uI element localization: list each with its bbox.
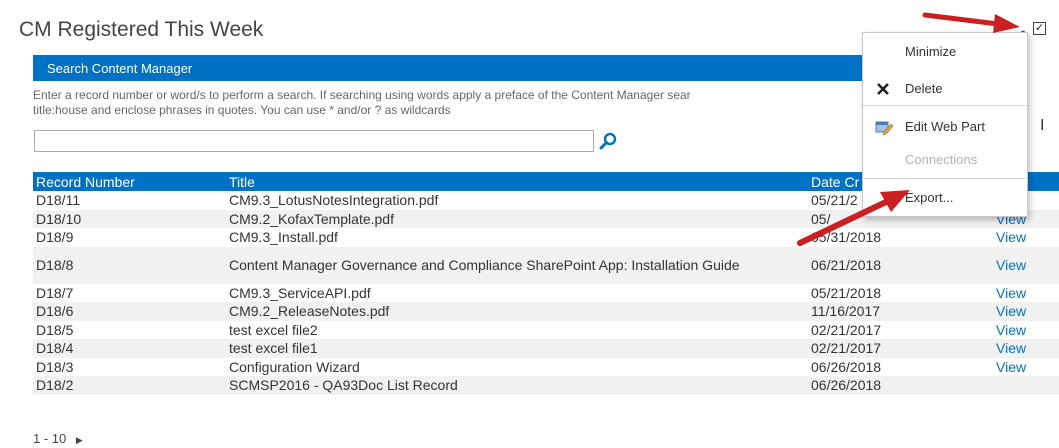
column-header-record-number[interactable]: Record Number <box>33 172 226 191</box>
menu-item-delete[interactable]: Delete <box>863 75 1027 103</box>
record-number-cell: D18/7 <box>36 284 74 301</box>
title-cell: CM9.3_Install.pdf <box>229 229 338 246</box>
record-number-cell: D18/6 <box>33 302 226 321</box>
title-cell: CM9.2_ReleaseNotes.pdf <box>226 302 808 321</box>
record-number-cell: D18/2 <box>33 376 226 395</box>
view-link[interactable]: View <box>993 246 1059 284</box>
date-cell: 06/26/2018 <box>811 358 882 375</box>
record-number-cell: D18/10 <box>33 209 226 228</box>
search-icon[interactable] <box>598 131 618 151</box>
table-row: D18/8 Content Manager Governance and Com… <box>33 246 1059 284</box>
menu-divider <box>863 105 1027 106</box>
table-row: D18/7 CM9.3_ServiceAPI.pdf 05/21/2018 Vi… <box>33 284 1059 303</box>
title-cell: test excel file1 <box>226 339 808 358</box>
date-cell: 06/26/2018 <box>808 376 993 395</box>
record-number-cell: D18/9 <box>36 229 74 246</box>
title-cell: Content Manager Governance and Complianc… <box>226 246 808 284</box>
view-link[interactable]: View <box>993 284 1059 303</box>
search-instructions: Enter a record number or word/s to perfo… <box>33 88 863 118</box>
webpart-dropdown-menu: Minimize Delete Edit Web Part Connection… <box>862 32 1028 217</box>
menu-item-minimize[interactable]: Minimize <box>863 38 1027 66</box>
date-cell: 02/21/2017 <box>811 321 882 338</box>
table-row: D18/6 CM9.2_ReleaseNotes.pdf 11/16/2017 … <box>33 302 1059 321</box>
text-cursor-mark: I <box>1040 117 1045 134</box>
record-number-cell: D18/5 <box>36 321 74 338</box>
title-cell: Configuration Wizard <box>229 358 360 375</box>
table-row: D18/3 Configuration Wizard 06/26/2018 Vi… <box>33 358 1059 377</box>
search-header-label: Search Content Manager <box>47 61 193 76</box>
table-row: D18/9 CM9.3_Install.pdf 05/31/2018 View <box>33 228 1059 247</box>
date-cell: 06/21/2018 <box>808 246 993 284</box>
record-number-cell: D18/3 <box>36 358 74 375</box>
search-instructions-line-2: title:house and enclose phrases in quote… <box>33 103 451 117</box>
view-link[interactable]: View <box>993 302 1059 321</box>
record-number-cell: D18/4 <box>33 339 226 358</box>
record-number-cell: D18/11 <box>36 192 81 209</box>
table-row: D18/5 test excel file2 02/21/2017 View <box>33 321 1059 340</box>
title-cell: test excel file2 <box>229 321 318 338</box>
date-cell: 11/16/2017 <box>808 302 993 321</box>
title-cell: SCMSP2016 - QA93Doc List Record <box>226 376 808 395</box>
menu-item-export[interactable]: Export... <box>863 184 1027 212</box>
date-cell: 05/21/2018 <box>811 284 882 301</box>
arrow-to-chevron-icon <box>922 12 1020 33</box>
view-link[interactable] <box>993 376 1059 395</box>
next-page-icon[interactable]: ▶ <box>76 435 83 445</box>
view-link[interactable]: View <box>993 321 1059 340</box>
menu-item-edit-web-part[interactable]: Edit Web Part <box>863 113 1027 141</box>
view-link[interactable]: View <box>993 339 1059 358</box>
title-cell: CM9.2_KofaxTemplate.pdf <box>226 209 808 228</box>
search-input[interactable] <box>34 130 594 152</box>
menu-divider <box>863 178 1027 179</box>
pagination: 1 - 10 ▶ <box>33 431 83 446</box>
menu-item-connections-label: Connections <box>905 152 978 167</box>
search-instructions-line-1: Enter a record number or word/s to perfo… <box>33 88 691 102</box>
menu-item-minimize-label: Minimize <box>905 44 957 59</box>
title-cell: CM9.3_LotusNotesIntegration.pdf <box>229 192 439 209</box>
menu-item-connections: Connections <box>863 146 1027 174</box>
menu-item-export-label: Export... <box>905 190 954 205</box>
pagination-range: 1 - 10 <box>33 431 67 446</box>
column-header-title[interactable]: Title <box>226 172 808 191</box>
date-cell: 02/21/2017 <box>808 339 993 358</box>
menu-item-delete-label: Delete <box>905 81 943 96</box>
table-row: D18/2 SCMSP2016 - QA93Doc List Record 06… <box>33 376 1059 395</box>
webpart-select-checkbox[interactable]: ✓ <box>1033 22 1046 35</box>
edit-icon <box>875 121 893 135</box>
webpart-title: CM Registered This Week <box>19 18 264 41</box>
title-cell: CM9.3_ServiceAPI.pdf <box>229 284 371 301</box>
close-icon <box>877 83 889 95</box>
view-link[interactable]: View <box>993 228 1059 247</box>
record-number-cell: D18/8 <box>33 246 226 284</box>
search-header-bar: Search Content Manager <box>33 55 863 81</box>
date-cell: 05/31/2018 <box>811 229 882 246</box>
view-link[interactable]: View <box>993 358 1059 377</box>
menu-item-edit-web-part-label: Edit Web Part <box>905 119 985 134</box>
table-row: D18/4 test excel file1 02/21/2017 View <box>33 339 1059 358</box>
